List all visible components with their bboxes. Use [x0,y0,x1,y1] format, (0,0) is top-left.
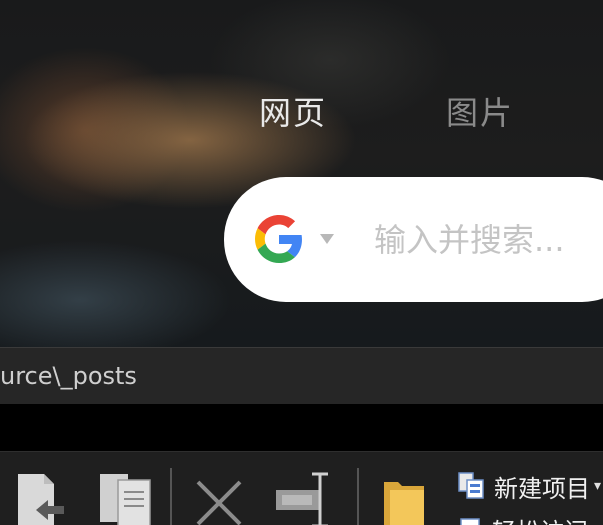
engine-dropdown-caret-icon[interactable] [320,234,334,244]
address-path: urce\_posts [0,362,137,390]
chevron-down-icon: ▾ [594,478,601,494]
copy-path-icon[interactable] [14,472,70,525]
ribbon-separator [357,468,359,525]
delete-icon[interactable] [194,478,244,525]
new-folder-icon[interactable] [384,478,424,525]
tab-web[interactable]: 网页 [259,88,327,134]
new-item-label: 新建项目 [494,469,590,504]
divider-strip [0,404,603,451]
search-input[interactable] [374,215,603,265]
easy-access-label: 轻松访问 [492,512,588,525]
explorer-ribbon: 新建项目 ▾ 轻松访问 [0,451,603,525]
search-category-tabs: 网页 图片 [0,88,603,138]
new-item-button[interactable]: 新建项目 ▾ [458,469,601,503]
easy-access-button[interactable]: 轻松访问 [458,512,588,525]
new-item-icon [458,472,486,500]
google-g-icon[interactable] [255,215,303,263]
browser-new-tab: 网页 图片 [0,0,603,347]
search-box[interactable] [224,177,603,302]
copy-icon[interactable] [98,470,154,525]
rename-icon[interactable] [274,470,336,525]
ribbon-separator [170,468,172,525]
tab-images[interactable]: 图片 [446,88,514,134]
address-bar[interactable]: urce\_posts [0,347,603,405]
